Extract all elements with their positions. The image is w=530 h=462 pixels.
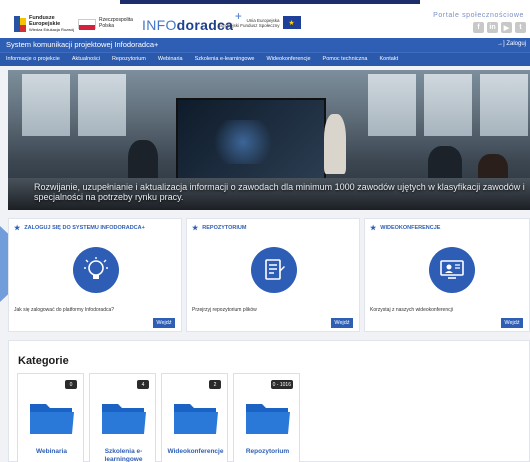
categories-section: Kategorie 0 Webinaria 4 Szkolenia e-lear… <box>8 340 530 462</box>
folder-icon <box>246 404 290 434</box>
social-icons: f in ▶ t <box>473 22 526 33</box>
hero-window <box>368 74 416 136</box>
card-login: ★ ZALOGUJ SIĘ DO SYSTEMU INFODORADCA+ Jak… <box>8 218 182 332</box>
card-repository-button[interactable]: Wejdź <box>331 318 353 328</box>
star-icon: ★ <box>370 225 377 232</box>
categories-heading: Kategorie <box>18 355 69 367</box>
nav-item-szkolenia[interactable]: Szkolenia e-learningowe <box>195 56 255 62</box>
hero-caption: Rozwijanie, uzupełnianie i aktualizacja … <box>34 182 525 202</box>
video-conference-icon <box>429 247 475 293</box>
nav-item-repozytorium[interactable]: Repozytorium <box>112 56 146 62</box>
hero-window <box>22 74 70 136</box>
category-wideokonferencje[interactable]: 2 Wideokonferencje <box>161 373 228 462</box>
card-title[interactable]: ZALOGUJ SIĘ DO SYSTEMU INFODORADCA+ <box>24 225 145 231</box>
card-login-button[interactable]: Wejdź <box>153 318 175 328</box>
fe-mark-icon <box>14 16 26 32</box>
category-szkolenia[interactable]: 4 Szkolenia e-learningowe <box>89 373 156 462</box>
brand-light: INFO <box>142 17 177 33</box>
category-webinaria[interactable]: 0 Webinaria <box>17 373 84 462</box>
portal-label: Portale społecznościowe <box>433 12 524 19</box>
category-label[interactable]: Webinaria <box>18 448 85 456</box>
twitter-icon[interactable]: t <box>515 22 526 33</box>
hero-window <box>78 74 126 136</box>
card-desc: Korzystaj z naszych wideokonferencji <box>370 307 453 313</box>
nav-item-webinaria[interactable]: Webinaria <box>158 56 183 62</box>
nav-item-pomoc[interactable]: Pomoc techniczna <box>323 56 368 62</box>
pl-line2: Polska <box>99 22 115 29</box>
hero-window <box>480 74 528 136</box>
card-videoconference-button[interactable]: Wejdź <box>501 318 523 328</box>
site-title[interactable]: System komunikacji projektowej Infodorad… <box>6 40 158 49</box>
card-desc: Jak się zalogować do platformy Infodorad… <box>14 307 115 313</box>
hero-screen <box>176 98 326 184</box>
star-icon: ★ <box>192 225 199 232</box>
nav-item-kontakt[interactable]: Kontakt <box>379 56 398 62</box>
title-bar: System komunikacji projektowej Infodorad… <box>0 38 530 52</box>
polish-flag-icon <box>78 18 96 30</box>
rzeczpospolita-logo: Rzeczpospolita Polska <box>78 17 133 30</box>
eu-flag-icon: ★ <box>282 16 301 29</box>
card-title[interactable]: WIDEOKONFERENCJE <box>380 225 440 231</box>
facebook-icon[interactable]: f <box>473 22 484 33</box>
hero-banner: Rozwijanie, uzupełnianie i aktualizacja … <box>8 70 530 210</box>
folder-icon <box>30 404 74 434</box>
folder-icon <box>102 404 146 434</box>
logo-bar: Fundusze Europejskie Wiedza Edukacja Roz… <box>0 0 530 38</box>
document-icon <box>251 247 297 293</box>
folder-icon <box>174 404 218 434</box>
category-count-badge: 2 <box>209 380 221 389</box>
category-count-badge: 0 <box>65 380 77 389</box>
login-link[interactable]: →] Zaloguj <box>497 41 526 47</box>
fe-line3: Wiedza Edukacja Rozwój <box>29 27 75 32</box>
top-stripe <box>120 0 420 4</box>
nav-item-aktualnosci[interactable]: Aktualności <box>72 56 100 62</box>
category-repozytorium[interactable]: 0 - 1016 Repozytorium <box>233 373 300 462</box>
linkedin-icon[interactable]: in <box>487 22 498 33</box>
fundusze-europejskie-logo: Fundusze Europejskie Wiedza Edukacja Roz… <box>14 15 74 33</box>
category-label[interactable]: Repozytorium <box>234 448 301 456</box>
card-repository: ★ REPOZYTORIUM Przejrzyj repozytorium pli… <box>186 218 360 332</box>
card-videoconference: ★ WIDEOKONFERENCJE Korzystaj z naszych wi… <box>364 218 530 332</box>
hero-person <box>324 114 346 174</box>
ue-line2: Europejski Fundusz Społeczny <box>218 22 280 28</box>
unia-europejska-logo: Unia Europejska Europejski Fundusz Społe… <box>218 16 301 29</box>
category-label[interactable]: Wideokonferencje <box>162 448 229 456</box>
card-desc: Przejrzyj repozytorium plików <box>192 307 257 313</box>
hero-window <box>424 74 472 136</box>
main-nav: Informacje o projekcie Aktualności Repoz… <box>0 52 530 66</box>
youtube-icon[interactable]: ▶ <box>501 22 512 33</box>
category-count-badge: 4 <box>137 380 149 389</box>
card-title[interactable]: REPOZYTORIUM <box>202 225 246 231</box>
nav-item-wideokonferencje[interactable]: Wideokonferencje <box>267 56 311 62</box>
lightbulb-icon <box>73 247 119 293</box>
star-icon: ★ <box>14 225 21 232</box>
nav-item-informacje[interactable]: Informacje o projekcie <box>6 56 60 62</box>
category-label[interactable]: Szkolenia e-learningowe <box>90 448 157 462</box>
category-count-badge: 0 - 1016 <box>270 380 293 389</box>
